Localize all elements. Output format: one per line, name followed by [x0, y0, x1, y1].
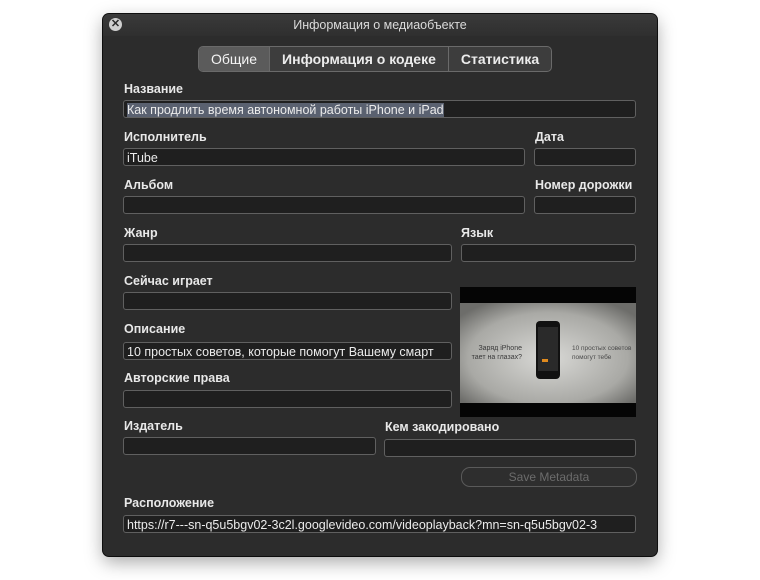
- window-title: Информация о медиаобъекте: [293, 18, 467, 32]
- title-bar[interactable]: ✕ Информация о медиаобъекте: [103, 14, 657, 36]
- artist-label: Исполнитель: [124, 130, 207, 144]
- tab-bar: Общие Информация о кодеке Статистика: [198, 46, 553, 72]
- description-label: Описание: [124, 322, 186, 336]
- album-label: Альбом: [124, 178, 174, 192]
- artist-field[interactable]: iTube: [123, 148, 525, 166]
- album-field[interactable]: [123, 196, 525, 214]
- title-value: Как продлить время автономной работы iPh…: [127, 103, 444, 117]
- date-label: Дата: [535, 130, 564, 144]
- track-number-label: Номер дорожки: [535, 178, 633, 192]
- tab-codec-info[interactable]: Информация о кодеке: [270, 47, 449, 71]
- genre-field[interactable]: [123, 244, 452, 262]
- now-playing-field[interactable]: [123, 292, 452, 310]
- artwork-image: Заряд iPhone тает на глазах? 10 простых …: [460, 287, 636, 417]
- language-label: Язык: [461, 226, 494, 240]
- encoded-by-label: Кем закодировано: [385, 420, 500, 434]
- tab-statistics[interactable]: Статистика: [449, 47, 551, 71]
- title-label: Название: [124, 82, 184, 96]
- now-playing-label: Сейчас играет: [124, 274, 213, 288]
- encoded-by-field[interactable]: [384, 439, 636, 457]
- genre-label: Жанр: [124, 226, 158, 240]
- language-field[interactable]: [461, 244, 636, 262]
- tab-general[interactable]: Общие: [199, 47, 271, 71]
- location-field[interactable]: https://r7---sn-q5u5bgv02-3c2l.googlevid…: [123, 515, 636, 533]
- artwork-right-line1: 10 простых советов: [572, 345, 632, 352]
- publisher-field[interactable]: [123, 437, 376, 455]
- copyright-label: Авторские права: [124, 371, 230, 385]
- description-field[interactable]: 10 простых советов, которые помогут Ваше…: [123, 342, 452, 360]
- date-field[interactable]: [534, 148, 636, 166]
- artwork-right-line2: помогут тебе: [572, 353, 612, 361]
- artwork-left-line1: Заряд iPhone: [478, 345, 522, 352]
- copyright-field[interactable]: [123, 390, 452, 408]
- location-label: Расположение: [124, 496, 215, 510]
- save-metadata-button[interactable]: Save Metadata: [461, 467, 637, 487]
- artwork-left-line2: тает на глазах?: [472, 354, 522, 361]
- publisher-label: Издатель: [124, 419, 183, 433]
- title-field[interactable]: Как продлить время автономной работы iPh…: [123, 100, 636, 118]
- track-number-field[interactable]: [534, 196, 636, 214]
- media-info-window: ✕ Информация о медиаобъекте Общие Информ…: [103, 14, 657, 556]
